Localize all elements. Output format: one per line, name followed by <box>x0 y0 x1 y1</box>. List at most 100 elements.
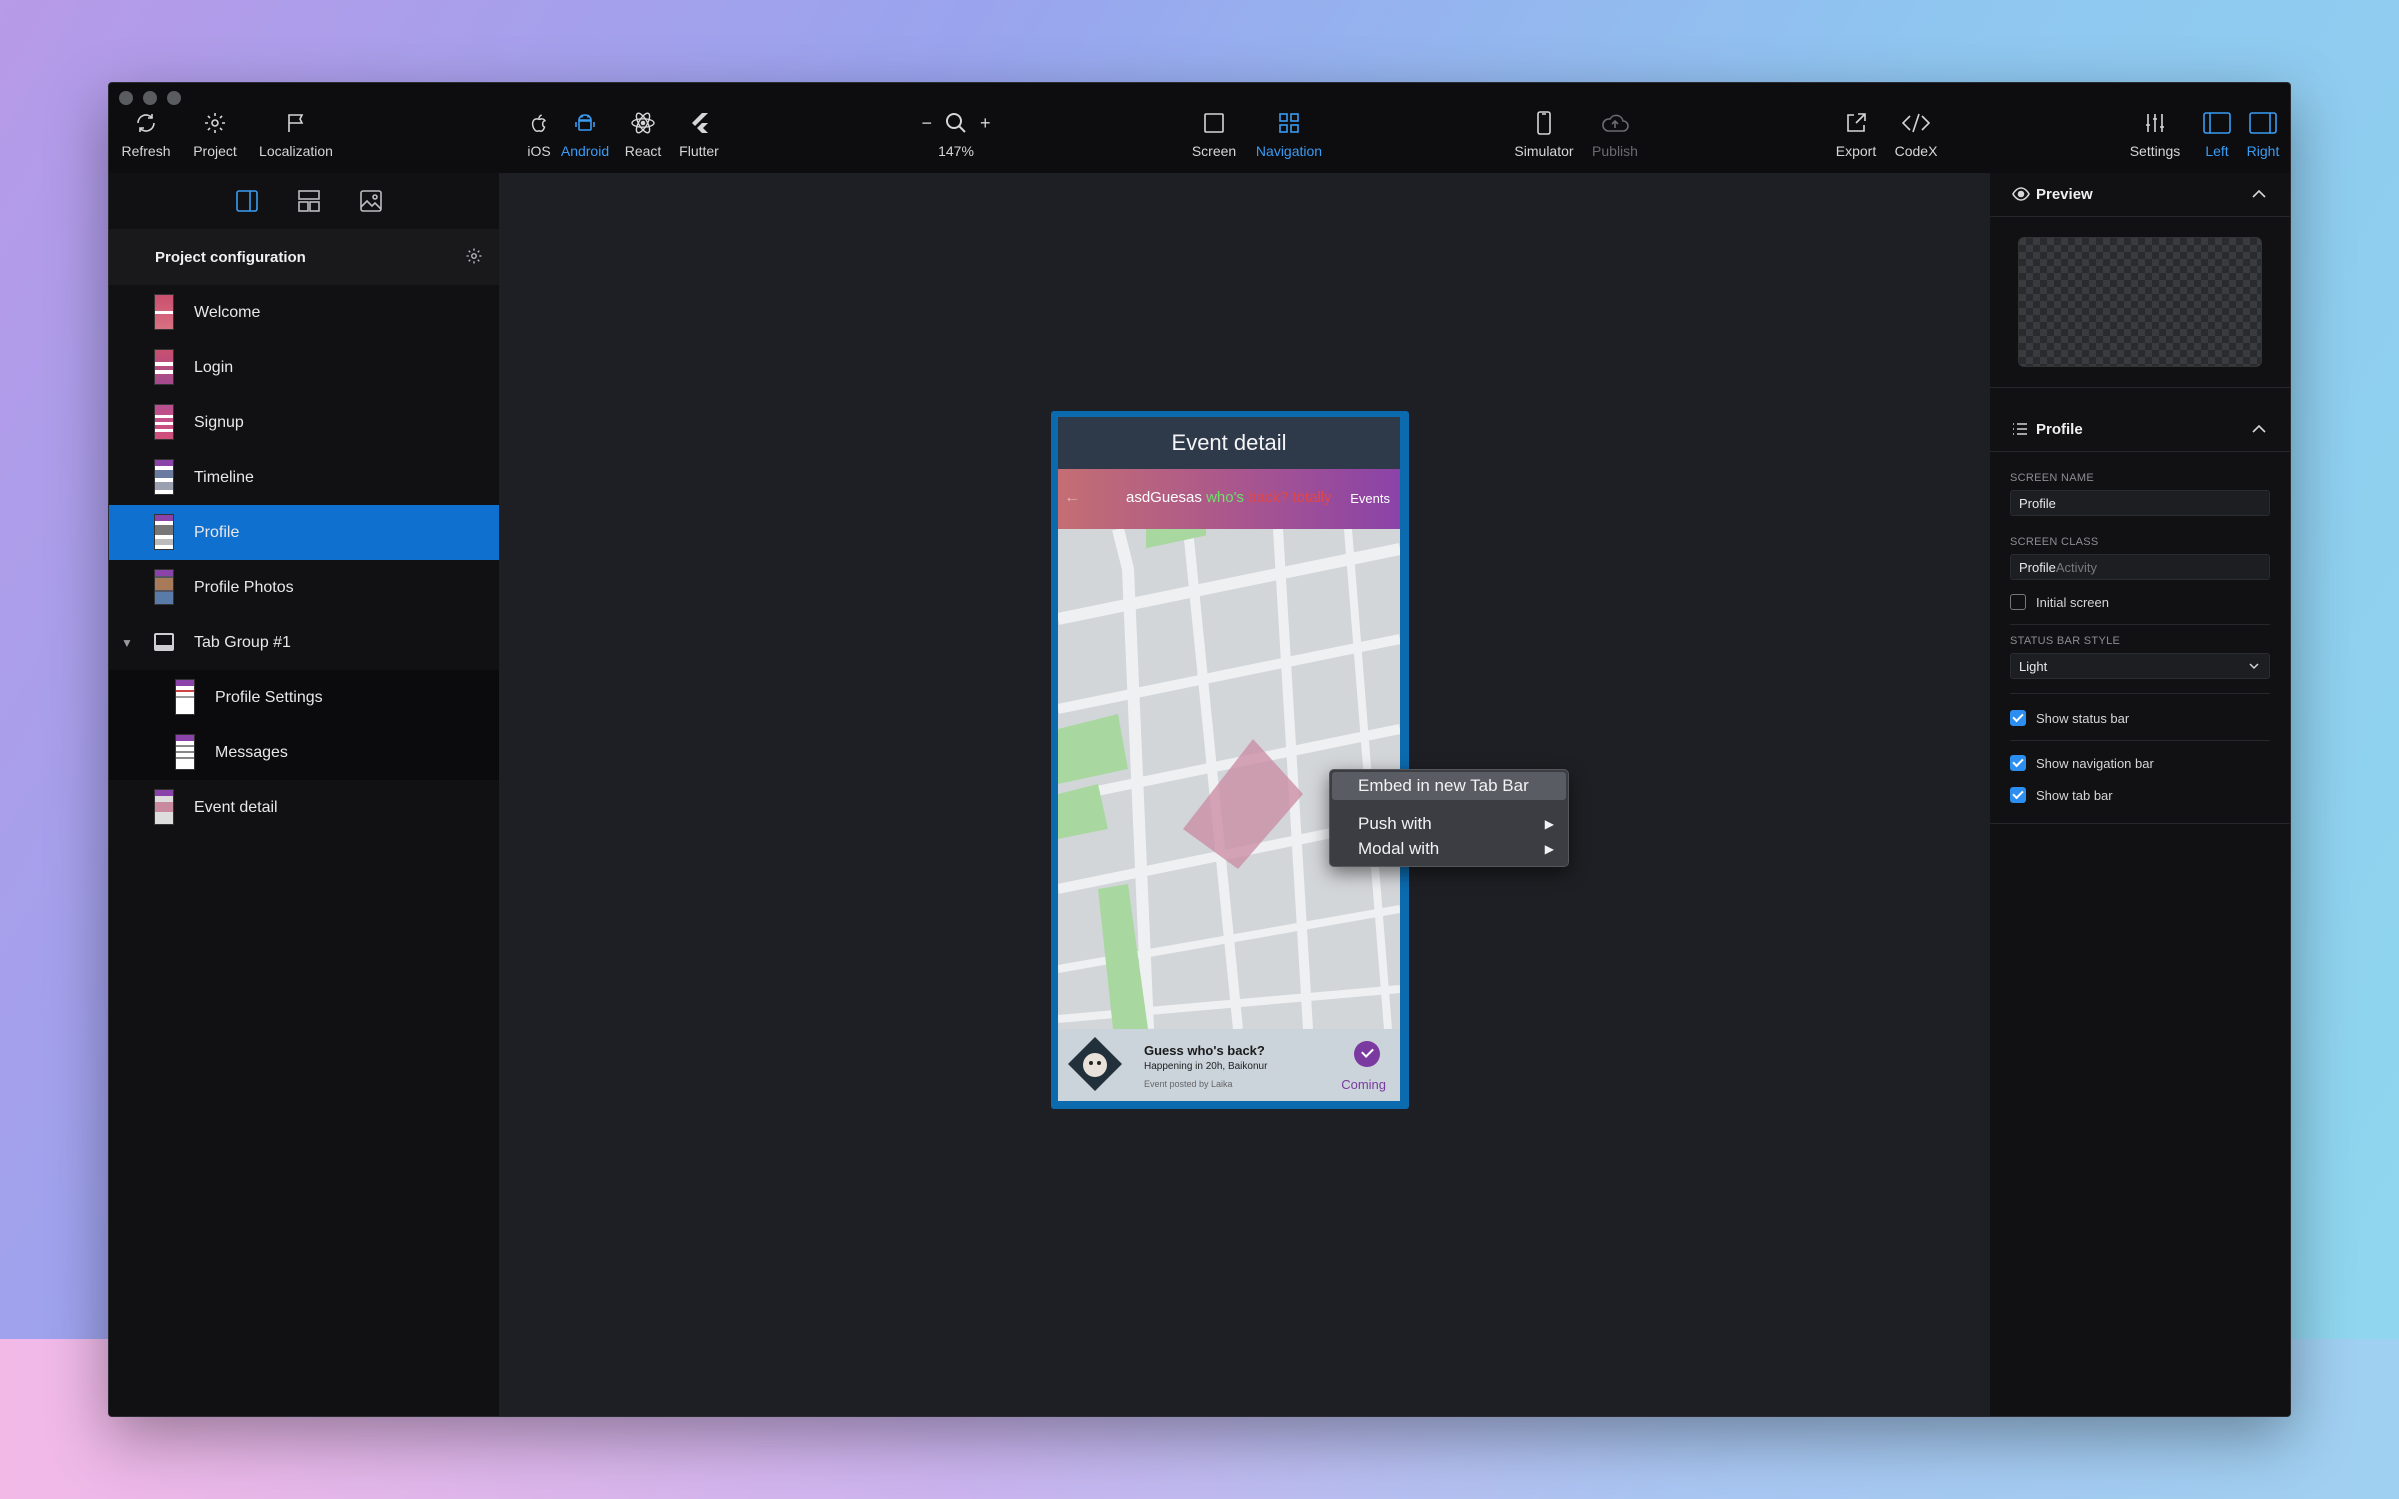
menu-item-embed-tab-bar[interactable]: Embed in new Tab Bar <box>1332 772 1566 800</box>
profile-section-title: Profile <box>2036 421 2083 438</box>
assets-tab-icon[interactable] <box>359 190 383 212</box>
screen-title: Event detail <box>1058 417 1400 469</box>
minimize-window-button[interactable] <box>143 91 157 105</box>
flutter-button[interactable]: Flutter <box>671 109 727 159</box>
back-arrow-icon: ← <box>1064 489 1080 506</box>
screen-class-label: SCREEN CLASS <box>2010 536 2099 548</box>
codex-button[interactable]: CodeX <box>1891 109 1941 159</box>
screen-thumbnail <box>154 459 174 495</box>
inspector-panel: Preview Profile SCREEN NAME Profile SCRE… <box>1990 173 2290 1416</box>
chevron-up-icon[interactable] <box>2252 189 2266 199</box>
screen-thumbnail <box>154 514 174 550</box>
eye-icon <box>2012 187 2030 201</box>
sidebar-item-profile[interactable]: Profile <box>109 505 499 560</box>
publish-button[interactable]: Publish <box>1587 109 1643 159</box>
simulator-button[interactable]: Simulator <box>1511 109 1577 159</box>
submenu-arrow-icon: ▶ <box>1544 842 1554 856</box>
screen-thumbnail <box>154 789 174 825</box>
sidebar-item-welcome[interactable]: Welcome <box>109 285 499 340</box>
menu-item-push-with[interactable]: Push with <box>1358 814 1432 834</box>
components-tab-icon[interactable] <box>297 190 321 212</box>
menu-item-label: Modal with <box>1358 839 1440 858</box>
show-navigation-bar-checkbox[interactable] <box>2010 755 2026 771</box>
app-window: Refresh Project Localization iOS Android <box>108 82 2291 1417</box>
localization-button[interactable]: Localization <box>251 109 341 159</box>
android-label: Android <box>560 143 610 159</box>
avatar <box>1068 1037 1122 1091</box>
divider <box>1990 387 2290 388</box>
android-button[interactable]: Android <box>557 109 613 159</box>
settings-button[interactable]: Settings <box>2125 109 2185 159</box>
refresh-button[interactable]: Refresh <box>121 109 171 159</box>
sliders-icon <box>2143 109 2167 137</box>
show-status-bar-checkbox[interactable] <box>2010 710 2026 726</box>
screen-class-value: Profile <box>2019 560 2056 575</box>
screen-event-detail[interactable]: Event detail ← asdGuesas who's back? tot… <box>1051 411 1409 1109</box>
menu-item-modal-with[interactable]: Modal with <box>1358 839 1439 859</box>
sidebar-item-event-detail[interactable]: Event detail <box>109 780 499 835</box>
status-bar-style-select[interactable]: Light <box>2010 653 2270 679</box>
show-status-bar-row[interactable]: Show status bar <box>2010 706 2270 730</box>
ios-button[interactable]: iOS <box>519 109 559 159</box>
react-label: React <box>624 143 662 159</box>
sidebar-item-messages[interactable]: Messages <box>109 725 499 780</box>
show-navigation-bar-row[interactable]: Show navigation bar <box>2010 751 2270 775</box>
sidebar-item-label: Event detail <box>194 798 278 816</box>
sidebar-item-label: Messages <box>215 743 288 761</box>
preview-section-header[interactable]: Preview <box>1990 173 2290 217</box>
screen-mode-button[interactable]: Screen <box>1189 109 1239 159</box>
status-bar-style-value: Light <box>2019 659 2048 674</box>
screen-name-label: SCREEN NAME <box>2010 472 2094 484</box>
sidebar-item-profile-photos[interactable]: Profile Photos <box>109 560 499 615</box>
zoom-in-button[interactable]: + <box>980 113 991 134</box>
initial-screen-checkbox-row[interactable]: Initial screen <box>2010 590 2270 614</box>
navigation-mode-button[interactable]: Navigation <box>1249 109 1329 159</box>
export-button[interactable]: Export <box>1831 109 1881 159</box>
divider <box>1990 823 2290 824</box>
chevron-down-icon[interactable]: ▼ <box>121 636 133 650</box>
divider <box>2010 740 2270 741</box>
gear-icon[interactable] <box>465 247 483 265</box>
sidebar-item-profile-settings[interactable]: Profile Settings <box>109 670 499 725</box>
sidebar-item-login[interactable]: Login <box>109 340 499 395</box>
zoom-window-button[interactable] <box>167 91 181 105</box>
screen-class-suffix: Activity <box>2055 560 2098 575</box>
screen-thumbnail <box>154 294 174 330</box>
screen-mode-label: Screen <box>1191 143 1237 159</box>
screen-name-input[interactable]: Profile <box>2010 490 2270 516</box>
show-tab-bar-checkbox[interactable] <box>2010 787 2026 803</box>
grid-icon <box>1278 109 1300 137</box>
submenu-arrow-icon: ▶ <box>1544 817 1554 831</box>
tab-group-icon <box>154 633 174 651</box>
status-bar-style-label: STATUS BAR STYLE <box>2010 635 2121 647</box>
zoom-buttons: − + <box>921 109 991 137</box>
zoom-out-button[interactable]: − <box>921 113 932 134</box>
screen-class-input[interactable]: ProfileActivity <box>2010 554 2270 580</box>
profile-section-header[interactable]: Profile <box>1990 408 2290 452</box>
react-button[interactable]: React <box>621 109 665 159</box>
show-status-bar-label: Show status bar <box>2036 710 2130 726</box>
sidebar-item-timeline[interactable]: Timeline <box>109 450 499 505</box>
project-configuration-header[interactable]: Project configuration <box>109 229 499 285</box>
project-button[interactable]: Project <box>187 109 243 159</box>
sidebar-item-signup[interactable]: Signup <box>109 395 499 450</box>
chevron-up-icon[interactable] <box>2252 424 2266 434</box>
window-controls <box>119 91 181 105</box>
show-tab-bar-row[interactable]: Show tab bar <box>2010 783 2270 807</box>
screen-thumbnail <box>154 569 174 605</box>
sidebar-item-label: Profile <box>194 523 240 541</box>
screens-tab-icon[interactable] <box>235 190 259 212</box>
screen-preview: Event detail ← asdGuesas who's back? tot… <box>1058 417 1400 1101</box>
sidebar-tabs <box>109 173 499 229</box>
codex-label: CodeX <box>1894 143 1938 159</box>
close-window-button[interactable] <box>119 91 133 105</box>
screen-thumbnail <box>154 404 174 440</box>
app-bar-title-green: who's <box>1206 489 1244 506</box>
app-bar-title-prefix: asdGuesas <box>1126 489 1202 506</box>
sidebar-item-tab-group[interactable]: ▼ Tab Group #1 <box>109 615 499 670</box>
initial-screen-checkbox[interactable] <box>2010 594 2026 610</box>
left-panel-toggle[interactable]: Left <box>2197 109 2237 159</box>
right-panel-toggle[interactable]: Right <box>2241 109 2285 159</box>
screen-thumbnail <box>175 734 195 770</box>
sidebar-item-label: Profile Settings <box>215 688 323 706</box>
